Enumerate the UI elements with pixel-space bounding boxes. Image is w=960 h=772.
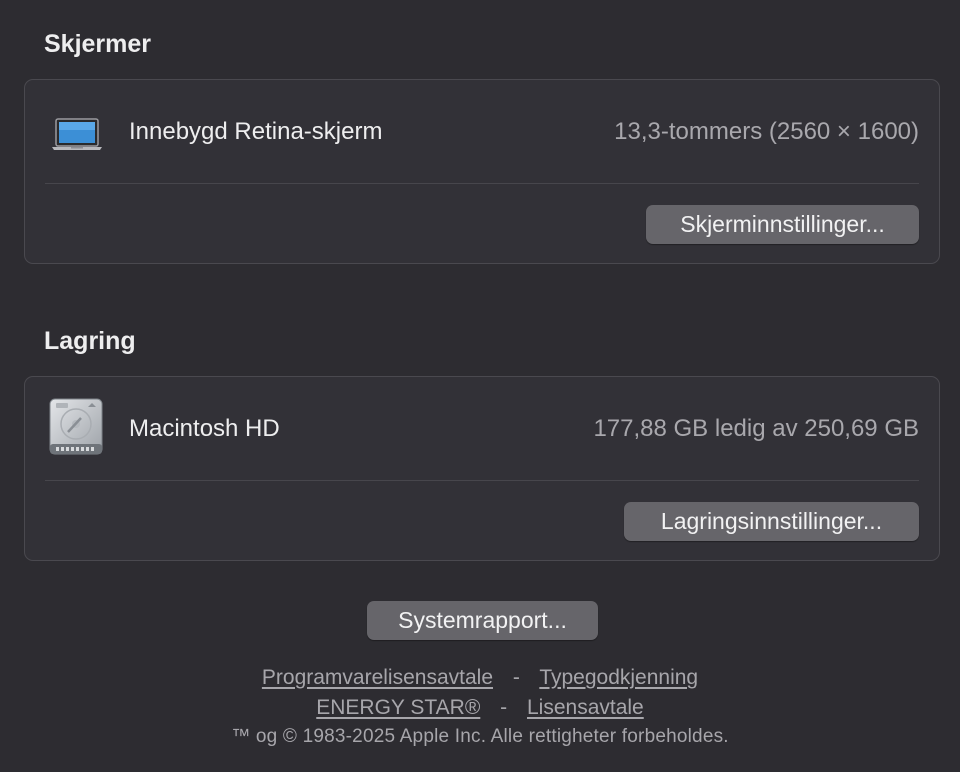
copyright-text: ™ og © 1983-2025 Apple Inc. Alle rettigh… <box>231 726 729 747</box>
type-approval-link[interactable]: Typegodkjenning <box>539 666 698 689</box>
display-settings-button[interactable]: Skjerminnstillinger... <box>646 205 919 244</box>
storage-settings-button[interactable]: Lagringsinnstillinger... <box>624 502 919 541</box>
display-row: Innebygd Retina-skjerm 13,3-tommers (256… <box>25 80 939 184</box>
displays-card: Innebygd Retina-skjerm 13,3-tommers (256… <box>24 79 940 264</box>
storage-card: Macintosh HD 177,88 GB ledig av 250,69 G… <box>24 376 940 561</box>
storage-section-title: Lagring <box>44 327 136 355</box>
license-agreement-link[interactable]: Lisensavtale <box>527 696 644 719</box>
footer-links-row-2: ENERGY STAR® - Lisensavtale <box>0 696 960 720</box>
divider <box>45 183 919 184</box>
hard-drive-icon <box>48 398 104 461</box>
display-name: Innebygd Retina-skjerm <box>129 118 383 145</box>
volume-capacity: 177,88 GB ledig av 250,69 GB <box>593 415 919 442</box>
divider <box>45 480 919 481</box>
energy-star-link[interactable]: ENERGY STAR® <box>316 696 480 719</box>
display-resolution: 13,3-tommers (2560 × 1600) <box>614 118 919 145</box>
footer-links-row-1: Programvarelisensavtale - Typegodkjennin… <box>0 666 960 690</box>
software-license-link[interactable]: Programvarelisensavtale <box>262 666 493 689</box>
volume-name: Macintosh HD <box>129 415 280 442</box>
storage-row: Macintosh HD 177,88 GB ledig av 250,69 G… <box>25 377 939 481</box>
link-separator: - <box>500 696 508 719</box>
laptop-icon <box>51 118 103 157</box>
system-report-button[interactable]: Systemrapport... <box>367 601 598 640</box>
link-separator: - <box>512 666 520 689</box>
displays-section-title: Skjermer <box>44 30 152 58</box>
